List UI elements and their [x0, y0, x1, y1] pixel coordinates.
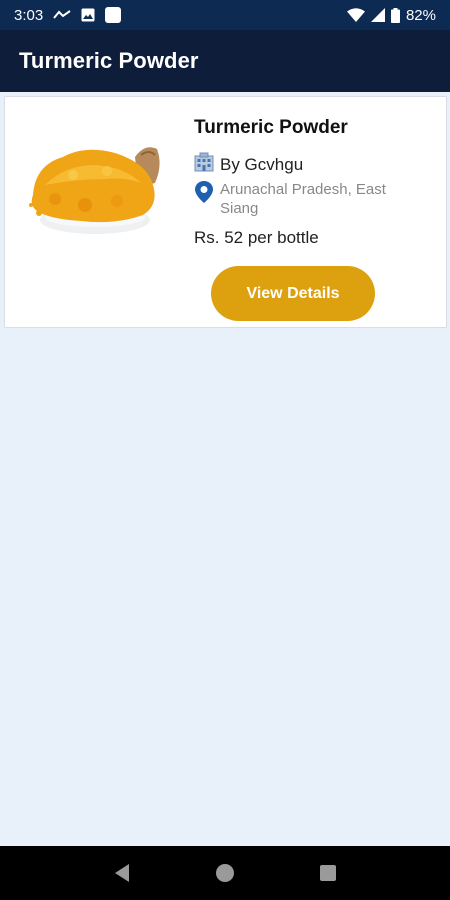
cell-signal-icon [370, 8, 385, 22]
product-card[interactable]: Turmeric Powder By Gcvhgu Arunachal Prad… [4, 96, 447, 328]
system-nav-bar [0, 846, 450, 900]
recents-icon[interactable] [308, 853, 348, 893]
home-icon[interactable] [205, 853, 245, 893]
status-bar: 3:03 82% [0, 0, 450, 30]
app-notification-icon [105, 7, 122, 23]
product-price: Rs. 52 per bottle [194, 228, 319, 247]
turmeric-powder-image [25, 135, 165, 247]
product-name: Turmeric Powder [194, 117, 348, 138]
view-details-button[interactable]: View Details [211, 266, 375, 321]
back-icon[interactable] [102, 853, 142, 893]
building-icon [194, 152, 214, 177]
location-text: Arunachal Pradesh, East Siang [220, 181, 386, 217]
photo-notification-icon [81, 8, 95, 22]
seller-row: By Gcvhgu [194, 152, 303, 177]
battery-percent: 82% [405, 6, 436, 24]
wifi-icon [346, 8, 365, 22]
battery-icon [390, 7, 400, 23]
seller-name: By Gcvhgu [220, 154, 304, 174]
sim-activity-icon [53, 10, 71, 20]
page-title: Turmeric Powder [19, 48, 199, 73]
status-time: 3:03 [14, 6, 44, 24]
app-bar: Turmeric Powder [0, 30, 450, 92]
location-pin-icon [194, 180, 214, 209]
location-row: Arunachal Pradesh, East Siang [194, 180, 420, 218]
product-list: Turmeric Powder By Gcvhgu Arunachal Prad… [0, 92, 450, 846]
